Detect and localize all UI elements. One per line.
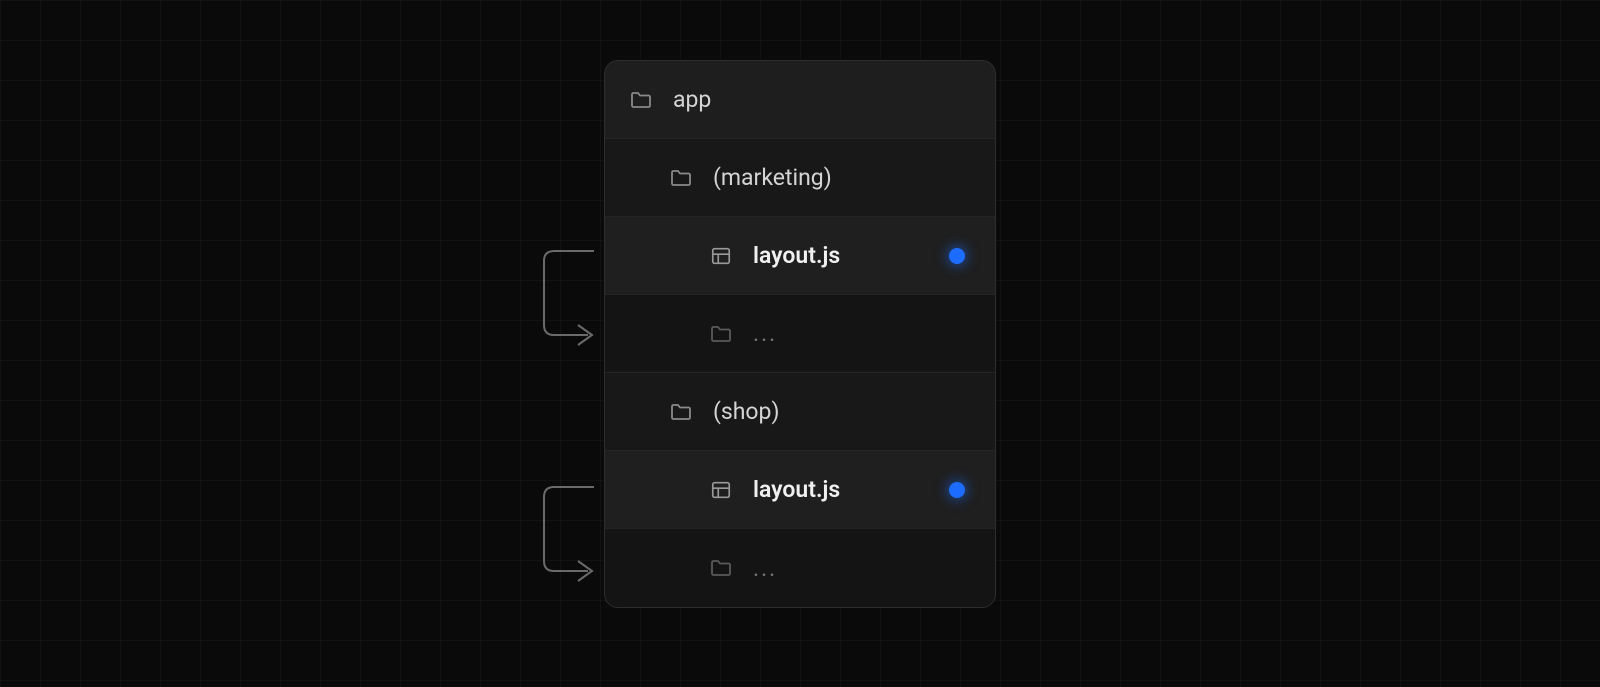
folder-icon (709, 322, 733, 346)
folder-icon (669, 166, 693, 190)
tree-label-app: app (673, 86, 711, 113)
tree-row-shop-layout[interactable]: layout.js (605, 451, 995, 529)
tree-row-app[interactable]: app (605, 61, 995, 139)
folder-icon (629, 88, 653, 112)
tree-row-marketing-layout[interactable]: layout.js (605, 217, 995, 295)
layout-icon (709, 244, 733, 268)
tree-label-marketing: (marketing) (713, 164, 832, 191)
folder-icon (709, 556, 733, 580)
tree-label-shop-layout: layout.js (753, 476, 840, 503)
status-dot (949, 482, 965, 498)
tree-label-marketing-more: ... (753, 320, 777, 347)
tree-row-marketing-more[interactable]: ... (605, 295, 995, 373)
tree-row-shop[interactable]: (shop) (605, 373, 995, 451)
tree-label-shop-more: ... (753, 555, 777, 582)
tree-label-marketing-layout: layout.js (753, 242, 840, 269)
arrow-shop (514, 483, 604, 583)
arrow-marketing (514, 247, 604, 347)
file-tree-panel: app (marketing) layout.js ... (604, 60, 996, 608)
status-dot (949, 248, 965, 264)
tree-row-marketing[interactable]: (marketing) (605, 139, 995, 217)
folder-icon (669, 400, 693, 424)
tree-row-shop-more[interactable]: ... (605, 529, 995, 607)
tree-label-shop: (shop) (713, 398, 779, 425)
layout-icon (709, 478, 733, 502)
